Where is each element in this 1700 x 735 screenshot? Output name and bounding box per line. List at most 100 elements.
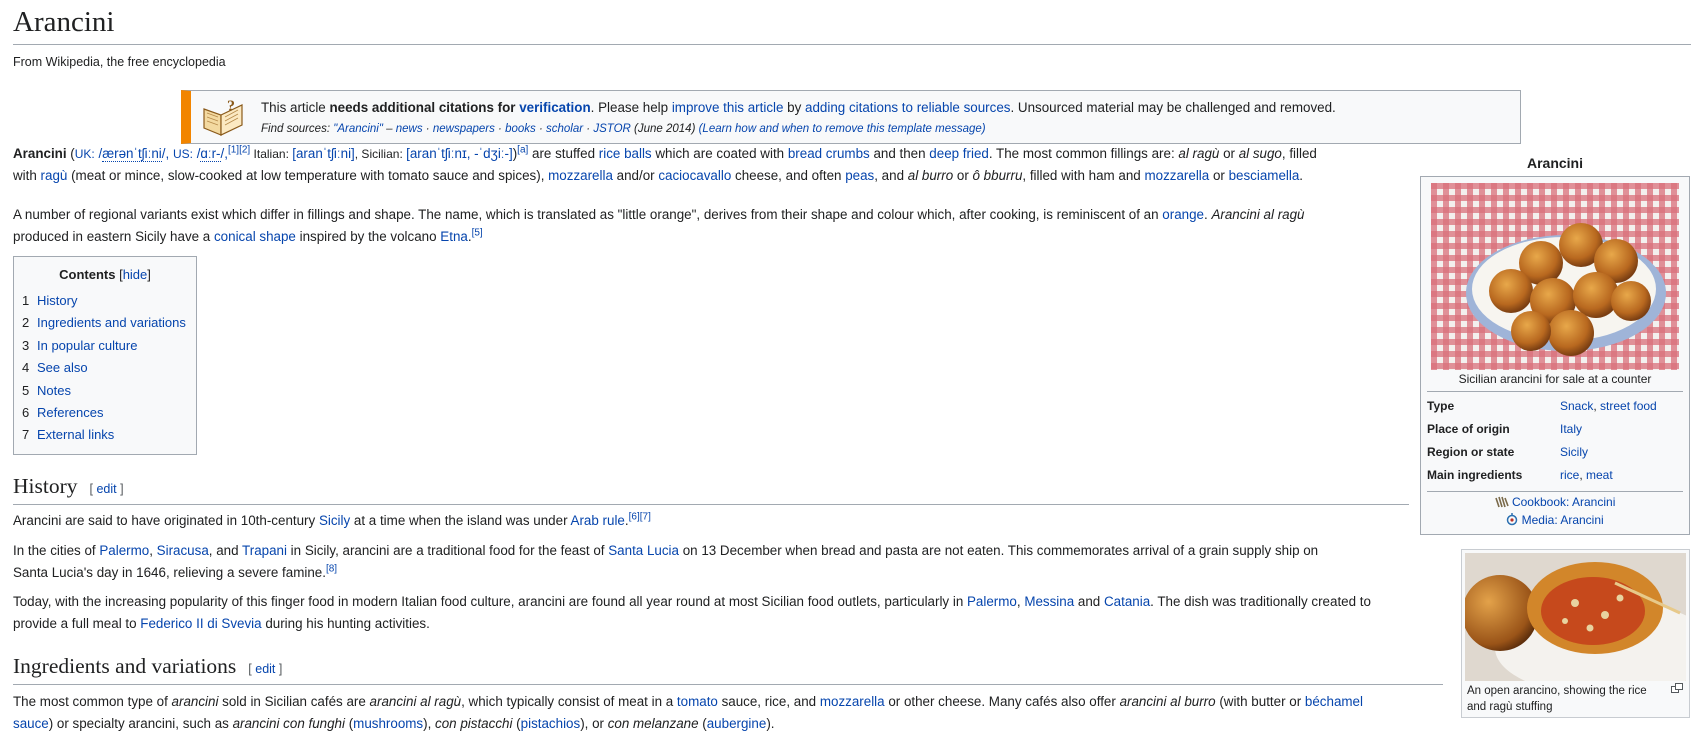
lead-paragraph-2-line-2: produced in eastern Sicily have a conica… xyxy=(13,226,483,248)
note-a[interactable]: [a] xyxy=(517,145,528,156)
rice-balls-link[interactable]: rice balls xyxy=(599,146,652,161)
toc-link[interactable]: History xyxy=(37,293,77,308)
news-link[interactable]: news xyxy=(396,123,423,135)
citation-8[interactable]: [8] xyxy=(326,564,337,575)
media-link[interactable]: Media: Arancini xyxy=(1522,513,1604,527)
infobox-value: rice, meat xyxy=(1560,468,1613,482)
ragu-link[interactable]: ragù xyxy=(41,168,68,183)
toc-link[interactable]: See also xyxy=(37,360,88,375)
text: sauce, rice, and xyxy=(717,694,820,709)
section-heading-history: History [ edit ] xyxy=(13,474,1409,505)
italic-term: con pistacchi xyxy=(435,716,513,731)
sicily-link[interactable]: Sicily xyxy=(1560,445,1588,459)
citation-6-7[interactable]: [6][7] xyxy=(629,512,651,523)
conical-shape-link[interactable]: conical shape xyxy=(214,229,296,244)
wikibooks-icon xyxy=(1494,496,1509,508)
text: and then xyxy=(869,146,930,161)
ipa-us-link[interactable]: ɑːr- xyxy=(200,146,221,162)
toc-link[interactable]: In popular culture xyxy=(37,338,137,353)
edit-ingredients-link[interactable]: edit xyxy=(255,662,275,676)
deep-fried-link[interactable]: deep fried xyxy=(929,146,989,161)
toc-link[interactable]: External links xyxy=(37,427,114,442)
cookbook-link[interactable]: Cookbook: Arancini xyxy=(1512,495,1615,509)
improve-article-link[interactable]: improve this article xyxy=(672,100,784,115)
snack-link[interactable]: Snack xyxy=(1560,399,1593,413)
bread-crumbs-link[interactable]: bread crumbs xyxy=(788,146,870,161)
text: ). xyxy=(766,716,775,731)
toc-item-see-also[interactable]: 4 See also xyxy=(22,357,196,379)
newspapers-link[interactable]: newspapers xyxy=(433,123,495,135)
remove-template-link[interactable]: (Learn how and when to remove this templ… xyxy=(699,123,986,135)
us-pronunciation-link[interactable]: US: xyxy=(173,147,193,161)
messina-link[interactable]: Messina xyxy=(1024,594,1074,609)
toc-item-popular-culture[interactable]: 3 In popular culture xyxy=(22,335,196,357)
page-tagline: From Wikipedia, the free encyclopedia xyxy=(13,55,226,69)
toc-link[interactable]: Notes xyxy=(37,383,71,398)
catania-link[interactable]: Catania xyxy=(1104,594,1150,609)
mozzarella-link[interactable]: mozzarella xyxy=(548,168,613,183)
ipa-uk-link[interactable]: ærənˈtʃiːni xyxy=(102,146,162,162)
mozzarella-link[interactable]: mozzarella xyxy=(820,694,885,709)
enlarge-icon[interactable] xyxy=(1671,683,1683,693)
text: or xyxy=(953,168,973,183)
bechamel-sauce-link[interactable]: sauce xyxy=(13,716,49,731)
separator: · xyxy=(583,123,594,135)
ipa-italian-link[interactable]: [aranˈtʃiːni] xyxy=(292,146,355,161)
jstor-link[interactable]: JSTOR xyxy=(593,123,631,135)
arab-rule-link[interactable]: Arab rule xyxy=(571,513,625,528)
toc-hide-toggle[interactable]: hide xyxy=(123,267,148,282)
edit-history-link[interactable]: edit xyxy=(96,482,116,496)
federico-ii-link[interactable]: Federico II di Svevia xyxy=(140,616,261,631)
siracusa-link[interactable]: Siracusa xyxy=(157,543,209,558)
bechamel-link[interactable]: béchamel xyxy=(1305,694,1363,709)
text: , filled xyxy=(1281,146,1317,161)
street-food-link[interactable]: street food xyxy=(1600,399,1657,413)
toc-link[interactable]: Ingredients and variations xyxy=(37,315,186,330)
mozzarella-link[interactable]: mozzarella xyxy=(1144,168,1209,183)
citation-1-2[interactable]: [1][2] xyxy=(228,145,250,156)
palermo-link[interactable]: Palermo xyxy=(99,543,149,558)
citation-5[interactable]: [5] xyxy=(472,228,483,239)
toc-item-external-links[interactable]: 7 External links xyxy=(22,424,196,446)
text: (meat or mince, slow-cooked at low tempe… xyxy=(67,168,549,183)
pistachios-link[interactable]: pistachios xyxy=(521,716,581,731)
find-sources-label: Find sources: xyxy=(261,123,334,135)
besciamella-link[interactable]: besciamella xyxy=(1229,168,1300,183)
verification-link[interactable]: verification xyxy=(519,100,590,115)
caciocavallo-link[interactable]: caciocavallo xyxy=(658,168,731,183)
santa-lucia-link[interactable]: Santa Lucia xyxy=(608,543,679,558)
meat-link[interactable]: meat xyxy=(1586,468,1613,482)
books-link[interactable]: books xyxy=(505,123,536,135)
italy-link[interactable]: Italy xyxy=(1560,422,1582,436)
search-term-link[interactable]: "Arancini" xyxy=(333,123,383,135)
notice-text: . Please help xyxy=(590,100,672,115)
orange-link[interactable]: orange xyxy=(1162,207,1204,222)
rice-link[interactable]: rice xyxy=(1560,468,1579,482)
section-title: Ingredients and variations xyxy=(13,654,237,678)
etna-link[interactable]: Etna xyxy=(440,229,468,244)
sicily-link[interactable]: Sicily xyxy=(319,513,350,528)
aubergine-link[interactable]: aubergine xyxy=(707,716,767,731)
arancini-photo[interactable] xyxy=(1431,183,1679,370)
text: at a time when the island was under xyxy=(350,513,571,528)
open-arancino-photo[interactable] xyxy=(1465,553,1686,681)
ipa-link[interactable]: /, xyxy=(221,146,228,161)
text: Today, with the increasing popularity of… xyxy=(13,594,967,609)
scholar-link[interactable]: scholar xyxy=(546,123,583,135)
adding-citations-link[interactable]: adding citations to reliable sources xyxy=(805,100,1010,115)
mushrooms-link[interactable]: mushrooms xyxy=(353,716,423,731)
thumbnail-caption: An open arancino, showing the rice and r… xyxy=(1467,685,1647,713)
toc-item-history[interactable]: 1 History xyxy=(22,290,196,312)
tomato-link[interactable]: tomato xyxy=(677,694,718,709)
toc-link[interactable]: References xyxy=(37,405,103,420)
uk-pronunciation-link[interactable]: UK: xyxy=(75,147,95,161)
peas-link[interactable]: peas xyxy=(845,168,874,183)
text: ( xyxy=(344,716,354,731)
ipa-sicilian-link[interactable]: [aranˈtʃiːnɪ, -ˈdʒiː-] xyxy=(406,146,513,161)
toc-item-ingredients[interactable]: 2 Ingredients and variations xyxy=(22,312,196,334)
toc-item-notes[interactable]: 5 Notes xyxy=(22,380,196,402)
trapani-link[interactable]: Trapani xyxy=(242,543,287,558)
ipa-link[interactable]: /, xyxy=(162,146,173,161)
toc-item-references[interactable]: 6 References xyxy=(22,402,196,424)
palermo-link[interactable]: Palermo xyxy=(967,594,1017,609)
